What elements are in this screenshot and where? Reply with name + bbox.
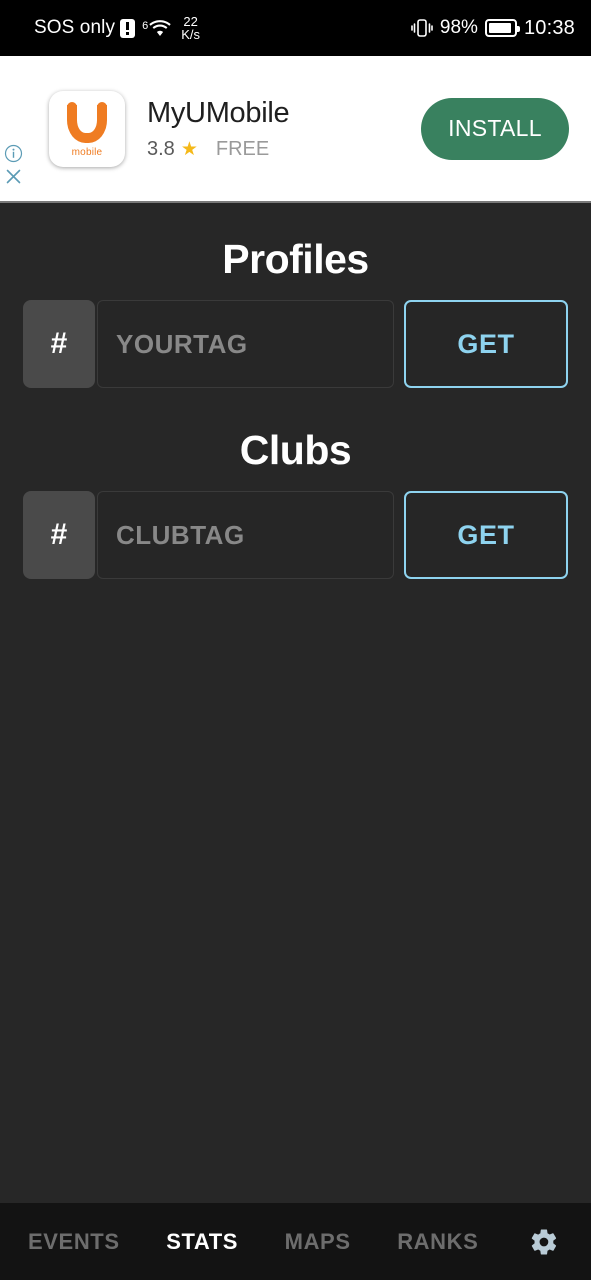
advertisement-banner[interactable]: mobile MyUMobile 3.8 ★ FREE INSTALL (0, 56, 591, 203)
battery-percentage: 98% (439, 17, 478, 38)
hash-prefix-icon: # (23, 300, 95, 388)
vibrate-icon (411, 19, 433, 37)
clubs-tag-row: # GET (23, 491, 568, 579)
gear-icon[interactable] (521, 1223, 567, 1261)
network-generation-label: 6 (142, 20, 149, 32)
profiles-tag-row: # GET (23, 300, 568, 388)
ad-app-icon-caption: mobile (71, 146, 103, 158)
ad-price-label: FREE (215, 138, 270, 160)
nav-tab-ranks[interactable]: RANKS (393, 1223, 482, 1261)
close-x-icon[interactable] (4, 167, 23, 186)
clock-label: 10:38 (523, 16, 575, 39)
umobile-logo-icon (67, 101, 107, 143)
nav-tab-maps[interactable]: MAPS (281, 1223, 355, 1261)
battery-icon (484, 19, 520, 37)
app-screen: SOS only 6 22 K/s 98% 10:38 mobile MyUMo… (0, 0, 591, 1280)
nav-tab-events[interactable]: EVENTS (24, 1223, 124, 1261)
info-circle-icon[interactable] (4, 144, 23, 163)
profiles-get-button[interactable]: GET (404, 300, 568, 388)
hash-prefix-icon: # (23, 491, 95, 579)
wifi-group: 6 (142, 19, 171, 37)
bottom-navigation-bar: EVENTS STATS MAPS RANKS (0, 1203, 591, 1280)
network-speed-indicator: 22 K/s (181, 15, 200, 41)
alert-triangle-icon (120, 18, 136, 38)
main-content: Profiles # GET Clubs # GET (0, 203, 591, 1203)
ad-controls (4, 144, 23, 186)
ad-rating-value: 3.8 (147, 138, 175, 160)
clubs-get-button[interactable]: GET (404, 491, 568, 579)
ad-app-name: MyUMobile (147, 97, 290, 129)
carrier-label: SOS only (34, 17, 116, 38)
clubs-section-title: Clubs (239, 427, 352, 473)
status-bar-left: SOS only 6 22 K/s (34, 15, 200, 41)
ad-app-icon: mobile (49, 90, 125, 167)
profiles-section-title: Profiles (222, 236, 369, 282)
profile-tag-input[interactable] (97, 300, 394, 388)
status-bar: SOS only 6 22 K/s 98% 10:38 (0, 0, 591, 56)
install-button[interactable]: INSTALL (421, 97, 569, 160)
ad-meta-row: 3.8 ★ FREE (147, 138, 421, 161)
wifi-icon (149, 20, 171, 36)
star-icon: ★ (180, 139, 198, 160)
status-bar-right: 98% 10:38 (411, 17, 575, 40)
club-tag-input[interactable] (97, 491, 394, 579)
network-speed-unit: K/s (181, 27, 200, 42)
ad-text-block: MyUMobile 3.8 ★ FREE (147, 96, 421, 161)
nav-tab-stats[interactable]: STATS (162, 1223, 242, 1261)
